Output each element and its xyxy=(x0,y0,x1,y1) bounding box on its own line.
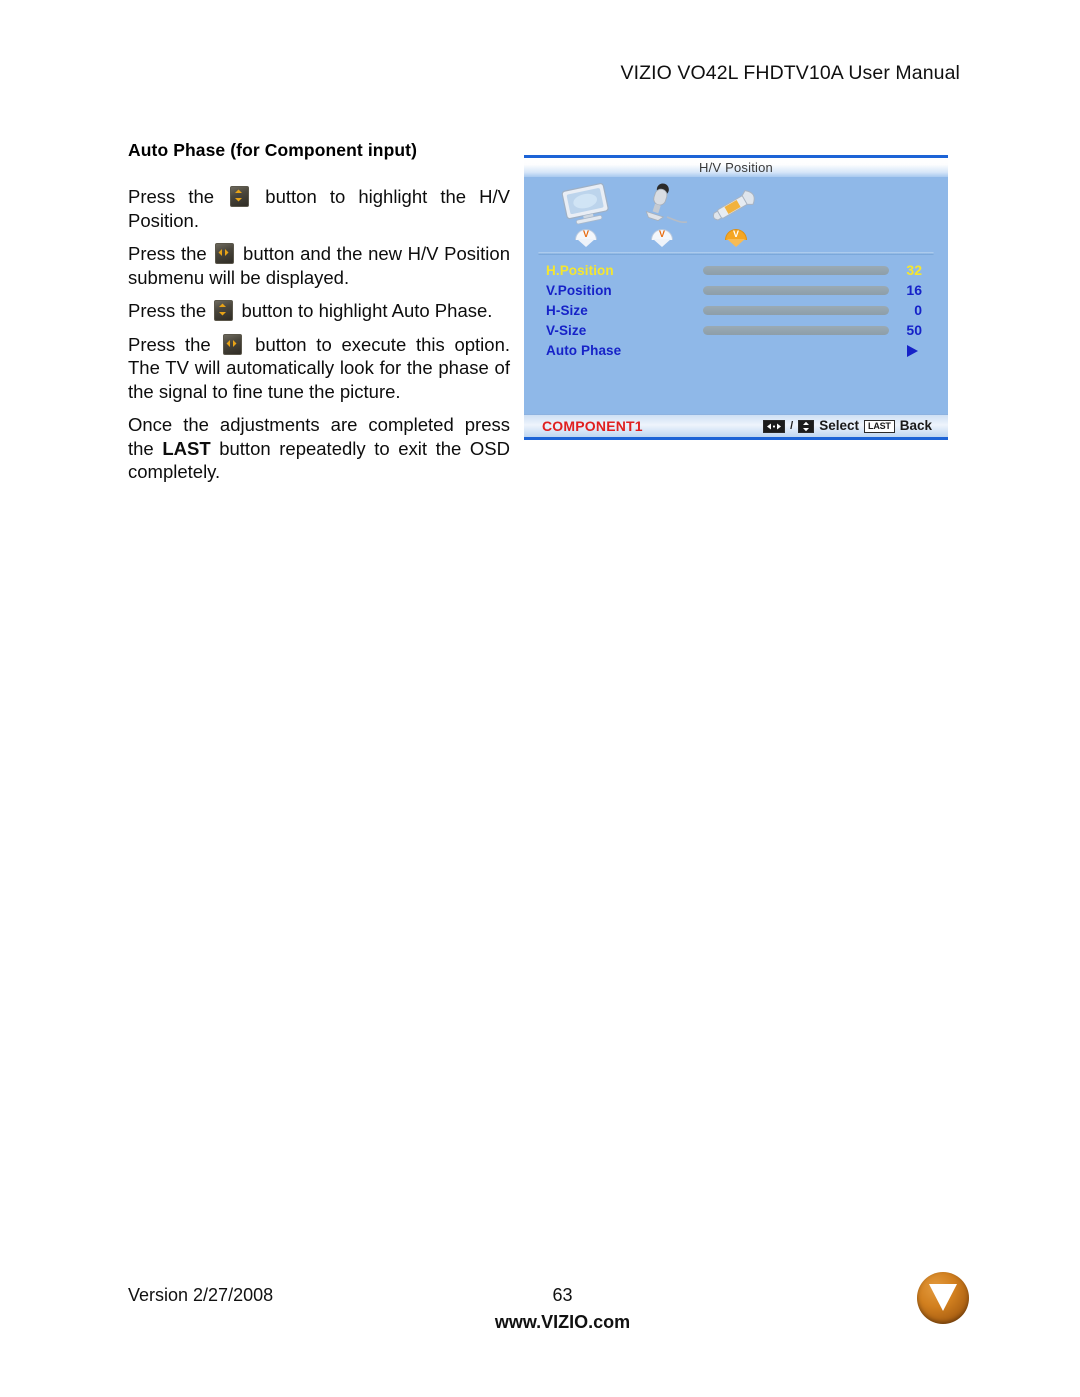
osd-category-setup[interactable]: V xyxy=(696,183,776,247)
osd-screenshot: H/V Position V V V H.Position 32 V.Posit… xyxy=(524,155,948,440)
osd-row-label: V-Size xyxy=(546,323,587,338)
osd-category-audio[interactable]: V xyxy=(622,183,702,247)
vizio-logo-icon xyxy=(917,1272,969,1324)
key-separator: / xyxy=(790,420,794,432)
v-size-slider[interactable] xyxy=(703,326,889,335)
osd-category-picture[interactable]: V xyxy=(546,182,626,247)
leftright-button-icon xyxy=(223,333,243,355)
osd-status-hints: / Select LAST Back xyxy=(763,415,932,437)
osd-row-auto-phase[interactable]: Auto Phase xyxy=(524,341,948,360)
h-size-slider[interactable] xyxy=(703,306,889,315)
osd-row-label: H-Size xyxy=(546,303,588,318)
osd-select-label: Select xyxy=(819,418,860,433)
osd-category-row: V V V xyxy=(524,177,948,255)
instruction-paragraph-5: Once the adjustments are completed press… xyxy=(128,413,510,484)
osd-divider xyxy=(538,252,934,255)
document-header: VIZIO VO42L FHDTV10A User Manual xyxy=(0,62,1080,85)
instruction-paragraph-1: Press the button to highlight the H/V Po… xyxy=(128,185,510,232)
v-position-slider[interactable] xyxy=(703,286,889,295)
osd-row-value: 50 xyxy=(906,322,922,338)
footer-website: www.VIZIO.com xyxy=(494,1312,631,1332)
osd-row-label: V.Position xyxy=(546,283,612,298)
osd-row-h-size[interactable]: H-Size 50 0 xyxy=(524,301,948,320)
osd-row-value: 0 xyxy=(914,302,922,318)
paragraph-4-before: Press the xyxy=(128,333,211,355)
osd-status-bar: COMPONENT1 / Select LAST Back xyxy=(524,414,948,437)
document-title: VIZIO VO42L FHDTV10A User Manual xyxy=(620,62,960,84)
vizio-badge-icon: V xyxy=(651,229,673,247)
paragraph-3-after: button to highlight Auto Phase. xyxy=(241,300,493,321)
vizio-badge-icon: V xyxy=(575,229,597,247)
paragraph-1-before: Press the xyxy=(128,186,215,207)
instructions-column: Auto Phase (for Component input) Press t… xyxy=(128,140,510,484)
last-key-label: LAST xyxy=(868,421,891,431)
osd-row-label: H.Position xyxy=(546,263,614,278)
microphone-icon xyxy=(622,183,702,227)
leftright-key-icon xyxy=(763,419,786,433)
osd-row-label: Auto Phase xyxy=(546,343,622,358)
osd-row-v-position[interactable]: V.Position 16 xyxy=(524,281,948,300)
last-button-keyword: LAST xyxy=(162,437,211,459)
paragraph-3-before: Press the xyxy=(128,300,207,321)
updown-button-icon xyxy=(230,186,250,207)
osd-input-source: COMPONENT1 xyxy=(542,418,643,434)
osd-title: H/V Position xyxy=(699,160,773,175)
wrench-icon xyxy=(696,183,776,227)
vizio-badge-icon: V xyxy=(725,229,747,247)
last-key-icon: LAST xyxy=(864,419,895,433)
instruction-paragraph-2: Press the button and the new H/V Positio… xyxy=(128,242,510,289)
section-heading: Auto Phase (for Component input) xyxy=(128,140,418,160)
osd-row-h-position[interactable]: H.Position 32 xyxy=(524,261,948,280)
osd-title-bar: H/V Position xyxy=(524,158,948,177)
h-position-slider[interactable] xyxy=(703,266,889,275)
television-icon xyxy=(546,182,626,227)
instruction-paragraph-3: Press the button to highlight Auto Phase… xyxy=(128,299,510,323)
osd-row-value: 16 xyxy=(906,282,922,298)
osd-menu-list: H.Position 32 V.Position 16 H-Size 50 xyxy=(524,261,948,361)
leftright-button-icon xyxy=(215,243,235,264)
play-arrow-icon[interactable] xyxy=(907,345,918,357)
osd-row-v-size[interactable]: V-Size 50 xyxy=(524,321,948,340)
osd-body: V V V H.Position 32 V.Position 16 H-Size… xyxy=(524,177,948,437)
updown-key-icon xyxy=(798,419,815,433)
updown-button-icon xyxy=(214,300,234,321)
osd-row-value: 32 xyxy=(906,262,922,278)
instruction-paragraph-4: Press the button to execute this option.… xyxy=(128,333,510,404)
paragraph-2-before: Press the xyxy=(128,243,207,264)
osd-back-label: Back xyxy=(899,418,932,433)
